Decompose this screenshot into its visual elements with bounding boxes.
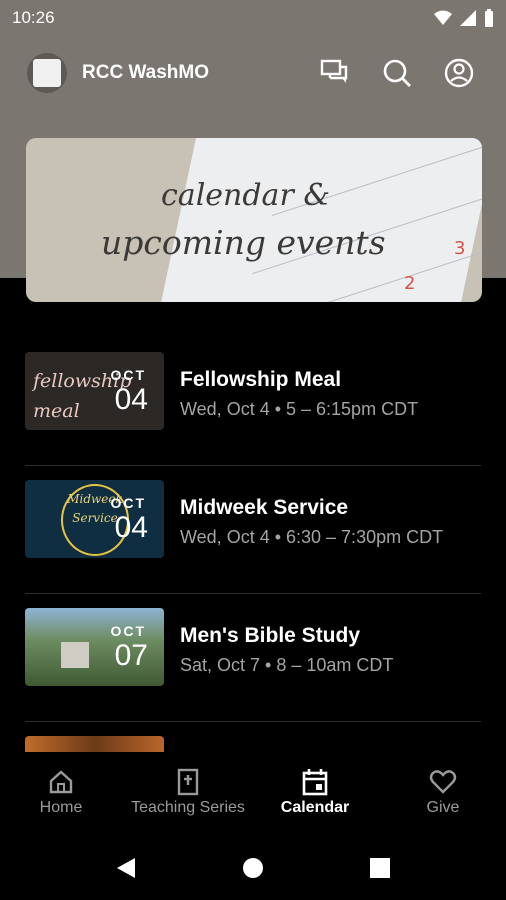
search-icon	[383, 59, 411, 87]
event-row[interactable]: fellowship meal OCT 04 Fellowship Meal W…	[0, 338, 506, 466]
event-row[interactable]	[0, 722, 506, 752]
home-icon	[49, 770, 73, 794]
signal-icon	[460, 10, 476, 26]
church-logo[interactable]	[27, 53, 67, 93]
event-month: OCT	[110, 495, 146, 511]
nav-calendar-label: Calendar	[280, 799, 350, 816]
event-meta: Wed, Oct 4 • 6:30 – 7:30pm CDT	[180, 527, 444, 547]
event-day: 04	[114, 383, 148, 416]
event-title: Men's Bible Study	[180, 624, 361, 647]
nav-teaching-series-label: Teaching Series	[131, 799, 245, 816]
nav-teaching-series[interactable]: Teaching Series	[120, 765, 256, 817]
search-button[interactable]	[380, 56, 414, 90]
nav-home-label: Home	[39, 799, 83, 816]
event-row[interactable]: OCT 07 Men's Bible Study Sat, Oct 7 • 8 …	[0, 594, 506, 722]
recents-icon[interactable]	[370, 858, 390, 878]
event-thumbnail: OCT 07	[25, 608, 164, 686]
banner-title-line2: upcoming events	[101, 223, 386, 262]
battery-icon	[485, 9, 493, 27]
event-day: 07	[114, 639, 148, 672]
back-icon[interactable]	[115, 856, 137, 880]
calendar-banner[interactable]: 2 3 calendar & upcoming events	[26, 138, 482, 302]
event-title: Fellowship Meal	[180, 368, 342, 391]
account-button[interactable]	[442, 56, 476, 90]
event-month: OCT	[110, 623, 146, 639]
home-circle-icon[interactable]	[242, 857, 264, 879]
banner-title-line1: calendar &	[161, 178, 331, 213]
banner-number-3: 3	[454, 238, 466, 259]
app-bar: RCC WashMO	[0, 48, 506, 100]
status-time: 10:26	[12, 8, 55, 27]
thumbnail-caption: fellowship meal	[33, 370, 132, 422]
bible-icon	[177, 768, 199, 796]
calendar-icon	[302, 769, 328, 796]
event-title: Midweek Service	[180, 496, 349, 519]
nav-give-label: Give	[426, 799, 460, 816]
heart-icon	[429, 770, 457, 794]
system-navigation	[0, 836, 506, 900]
chat-icon	[320, 59, 348, 83]
wifi-icon	[434, 10, 452, 25]
event-month: OCT	[110, 367, 146, 383]
event-row[interactable]: Midweek Service OCT 04 Midweek Service W…	[0, 466, 506, 594]
status-bar: 10:26	[0, 0, 506, 36]
event-meta: Wed, Oct 4 • 5 – 6:15pm CDT	[180, 399, 419, 419]
nav-home[interactable]: Home	[24, 765, 98, 817]
bottom-navigation: Home Teaching Series Calendar Give	[0, 753, 506, 836]
banner-number-2: 2	[404, 273, 416, 294]
app-title: RCC WashMO	[82, 62, 210, 83]
event-thumbnail: fellowship meal OCT 04	[25, 352, 164, 430]
account-icon	[444, 58, 474, 88]
nav-calendar[interactable]: Calendar	[272, 765, 358, 817]
event-meta: Sat, Oct 7 • 8 – 10am CDT	[180, 655, 394, 675]
event-thumbnail: Midweek Service OCT 04	[25, 480, 164, 558]
event-day: 04	[114, 511, 148, 544]
status-icons	[434, 9, 494, 27]
event-thumbnail	[25, 736, 164, 752]
messages-button[interactable]	[318, 56, 352, 90]
nav-give[interactable]: Give	[414, 765, 472, 817]
events-list: fellowship meal OCT 04 Fellowship Meal W…	[0, 338, 506, 752]
